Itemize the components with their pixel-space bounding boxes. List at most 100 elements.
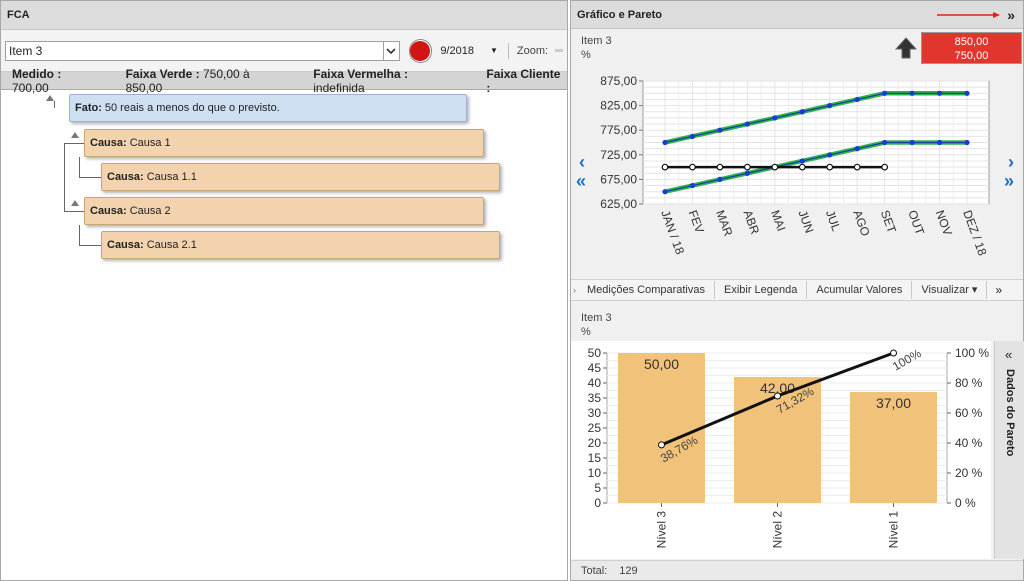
x-tick-label: SET <box>878 208 899 235</box>
zoom-label: Zoom: <box>516 44 549 57</box>
chart-item-unit: % <box>581 49 591 61</box>
data-point <box>909 139 915 146</box>
expand-triangle-icon[interactable] <box>71 200 79 206</box>
period-value[interactable]: 9/2018 <box>440 45 474 57</box>
data-point <box>936 90 943 96</box>
cause-node[interactable]: Causa: Causa 1.1 <box>101 163 500 191</box>
chevron-down-icon[interactable] <box>382 41 399 60</box>
y-tick-label: 30 <box>588 406 602 420</box>
total-label: Total: <box>581 564 608 577</box>
bar-value-label: 37,00 <box>876 395 911 411</box>
pareto-chart: 50454035302520151050100 %80 %60 %40 %20 … <box>571 341 991 559</box>
double-chevron-right-icon[interactable]: » <box>1004 171 1014 192</box>
y-tick-label: 825,00 <box>600 99 637 113</box>
zoom-slider[interactable] <box>555 49 563 52</box>
pareto-item-name: Item 3 <box>581 312 612 324</box>
x-tick-label: JUN <box>795 208 816 235</box>
fca-header: FCA <box>1 1 567 30</box>
tabs-more-icon[interactable]: » <box>987 283 1010 297</box>
x-tick-label: MAR <box>713 208 735 238</box>
pareto-collapse-icon[interactable]: « <box>1005 347 1012 362</box>
data-point <box>882 139 888 146</box>
y-tick-label: 20 <box>588 436 602 450</box>
fact-node[interactable]: Fato: 50 reais a menos do que o previsto. <box>69 94 467 122</box>
data-point <box>799 109 805 115</box>
data-point <box>717 176 723 182</box>
tab-view[interactable]: Visualizar ▾ <box>912 281 988 299</box>
data-point <box>744 121 750 127</box>
data-point <box>662 139 668 146</box>
y2-tick-label: 40 % <box>955 436 983 450</box>
y-tick-label: 5 <box>594 481 601 495</box>
y-tick-label: 775,00 <box>600 123 637 137</box>
range-high: 850,00 <box>954 36 989 48</box>
data-point <box>827 103 833 109</box>
x-tick-label: Nível 1 <box>887 511 901 549</box>
cause-node[interactable]: Causa: Causa 2 <box>84 197 484 225</box>
data-point <box>854 96 860 103</box>
item-select[interactable]: Item 3 <box>5 40 400 61</box>
double-chevron-left-icon[interactable]: « <box>576 171 586 192</box>
chart-panel: Gráfico e Pareto » Item 3 % 850,00 750,0… <box>570 0 1024 581</box>
cumulative-point <box>890 349 897 357</box>
cause-node[interactable]: Causa: Causa 2.1 <box>101 231 500 259</box>
y2-tick-label: 60 % <box>955 406 983 420</box>
pareto-footer: Total: 129 <box>571 560 1023 580</box>
data-point <box>771 163 779 171</box>
data-point <box>964 139 970 146</box>
chart-tabbar: › Medições Comparativas Exibir Legenda A… <box>571 279 1023 301</box>
data-point <box>772 115 778 121</box>
data-point <box>881 163 889 171</box>
expand-triangle-icon[interactable] <box>46 95 54 101</box>
tabbar-grip-icon: › <box>573 285 576 295</box>
cause-node[interactable]: Causa: Causa 1 <box>84 129 484 157</box>
y-tick-label: 675,00 <box>600 172 637 186</box>
y-tick-label: 50 <box>588 346 602 360</box>
fca-panel: FCA Item 3 9/2018 ▼ Zoom: Medido : 700,0… <box>0 0 568 581</box>
expand-triangle-icon[interactable] <box>71 132 79 138</box>
data-point <box>909 90 915 96</box>
tab-accumulate[interactable]: Acumular Valores <box>807 281 913 299</box>
data-point <box>661 163 669 171</box>
x-tick-label: OUT <box>905 208 927 237</box>
x-tick-label: JAN / 18 <box>658 208 687 256</box>
collapse-panel-icon[interactable]: » <box>1007 7 1015 23</box>
bar <box>618 353 705 503</box>
summary-bar: Medido : 700,00 Faixa Verde : 750,00 à 8… <box>1 67 567 95</box>
chevron-right-icon[interactable]: › <box>1008 152 1014 173</box>
data-point <box>798 163 806 171</box>
cumulative-point <box>774 392 781 400</box>
data-point <box>827 152 833 158</box>
data-point <box>744 170 750 176</box>
tab-comparative[interactable]: Medições Comparativas <box>578 281 715 299</box>
tab-legend[interactable]: Exibir Legenda <box>715 281 808 299</box>
data-point <box>689 133 696 139</box>
x-tick-label: Nível 3 <box>655 511 669 549</box>
data-point <box>662 189 668 195</box>
chart-header: Gráfico e Pareto » <box>571 1 1023 29</box>
period-dropdown-icon[interactable]: ▼ <box>490 46 498 55</box>
fca-tree: Fato: 50 reais a menos do que o previsto.… <box>1 91 567 291</box>
y2-tick-label: 20 % <box>955 466 983 480</box>
pareto-info: Item 3 % <box>581 311 612 339</box>
chevron-left-icon[interactable]: ‹ <box>579 152 585 173</box>
y-tick-label: 45 <box>588 361 602 375</box>
data-point <box>799 158 805 164</box>
y-tick-label: 35 <box>588 391 602 405</box>
bar-value-label: 50,00 <box>644 356 679 372</box>
item-select-value: Item 3 <box>9 43 43 58</box>
data-point <box>936 139 943 146</box>
y2-tick-label: 0 % <box>955 496 976 510</box>
y-tick-label: 15 <box>588 451 602 465</box>
y-tick-label: 725,00 <box>600 148 637 162</box>
data-point <box>964 90 970 96</box>
toolbar-divider <box>507 42 509 59</box>
cumulative-point <box>658 441 665 449</box>
data-point <box>717 127 723 133</box>
chart-item-info: Item 3 % <box>581 34 612 62</box>
chart-panel-title: Gráfico e Pareto <box>577 8 662 21</box>
pareto-side-tab[interactable]: « Dados do Pareto <box>994 341 1024 559</box>
x-tick-label: AGO <box>850 208 872 238</box>
chart-item-name: Item 3 <box>581 35 612 47</box>
y-tick-label: 0 <box>594 496 601 510</box>
